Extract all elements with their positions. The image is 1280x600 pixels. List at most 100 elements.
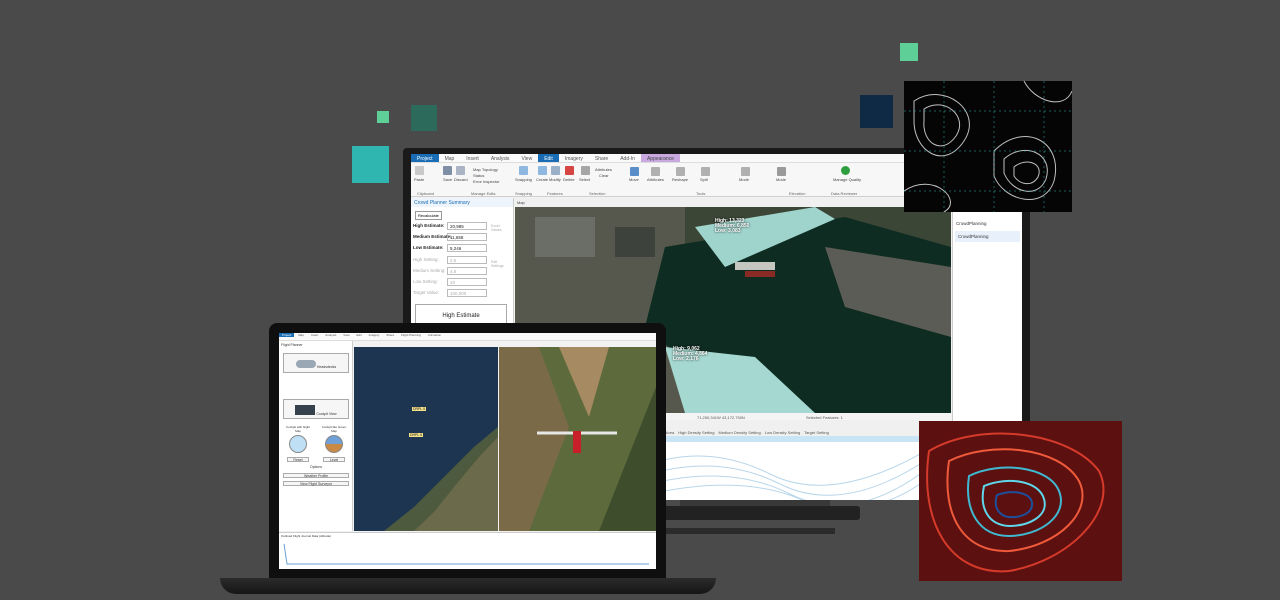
col-high-density[interactable]: High Density Setting (678, 430, 714, 435)
group-clipboard: Clipboard (417, 191, 435, 196)
delete-label: Delete (563, 177, 575, 182)
decor-square-dark-teal (411, 105, 437, 131)
map-tab-bar[interactable]: Map (515, 198, 951, 207)
attributes-tool-label: Attributes (647, 177, 664, 182)
group-elevation: Elevation (789, 191, 806, 196)
terrain-3d-view[interactable] (499, 347, 656, 531)
weather-profile-button[interactable]: Weather Profile (283, 473, 349, 478)
cockpit-view-label: Cockpit View (316, 412, 337, 416)
tab-share[interactable]: Share (589, 154, 614, 162)
create-icon[interactable] (538, 166, 547, 175)
table-header-row: Outline (650, 420, 920, 428)
error-inspector-label[interactable]: Error Inspector (473, 179, 499, 184)
drpl5-tag[interactable]: DRPL 5 (412, 407, 427, 411)
paste-icon[interactable] (415, 166, 424, 175)
ltab-share[interactable]: Share (383, 333, 397, 337)
select-icon[interactable] (581, 166, 590, 175)
medium-estimate-label: Medium Estimate: (413, 234, 452, 239)
vertices-label: Mode (739, 177, 750, 182)
ltab-analysis[interactable]: Analysis (322, 333, 339, 337)
ltab-map[interactable]: Map (295, 333, 307, 337)
move-icon[interactable] (630, 167, 639, 176)
discard-label: Discard (454, 177, 468, 182)
map-topology-label[interactable]: Map Topology (473, 167, 498, 172)
catalog-item[interactable]: CrowdPlanning (955, 231, 1020, 242)
tab-edit[interactable]: Edit (538, 154, 559, 162)
cockpit-icon (295, 405, 316, 415)
table-row[interactable] (650, 436, 920, 442)
group-data-reviewer: Data Reviewer (831, 191, 858, 196)
tab-analysis[interactable]: Analysis (485, 154, 516, 162)
catalog-title: CrowdPlanning (956, 221, 987, 226)
discard-icon[interactable] (456, 166, 465, 175)
group-manage-edits: Manage Edits (471, 191, 496, 196)
decor-square-teal (352, 146, 389, 183)
tab-insert[interactable]: Insert (460, 154, 485, 162)
drpl6-tag[interactable]: DRPL 6 (409, 433, 424, 437)
ocean-terrain (354, 347, 498, 531)
tab-map[interactable]: Map (439, 154, 461, 162)
vertices-icon[interactable] (741, 167, 750, 176)
delete-icon[interactable] (565, 166, 574, 175)
col-medium-density[interactable]: Medium Density Setting (719, 430, 761, 435)
map-label-north: High: 13,323 Medium: 6,850 Low: 3,083 (715, 218, 750, 234)
recalculate-button[interactable]: Recalculate (415, 211, 442, 220)
flight-surveyor-button[interactable]: View Flight Surveyor (283, 481, 349, 486)
col-target[interactable]: Target Setting (804, 430, 829, 435)
level-button[interactable]: Level (323, 457, 345, 462)
excel-values-label[interactable]: Excel Values (491, 224, 509, 232)
manage-quality-icon[interactable] (841, 166, 850, 175)
cockpit-night-label: Cockpit with Night Map (285, 425, 310, 433)
save-icon[interactable] (443, 166, 452, 175)
tab-view[interactable]: View (515, 154, 538, 162)
ltab-edit[interactable]: Edit (354, 333, 365, 337)
snapping-icon[interactable] (519, 166, 528, 175)
reset-button[interactable]: Reset (287, 457, 309, 462)
tab-imagery[interactable]: Imagery (559, 154, 589, 162)
decor-square-small-green (900, 43, 918, 61)
high-setting-value[interactable]: 2.5 (447, 256, 487, 264)
right-catalog-panel: CrowdPlanning CrowdPlanning (952, 198, 1022, 426)
mountain-terrain (499, 347, 656, 531)
tab-add-in[interactable]: Add-In (614, 154, 641, 162)
night-gauge-icon[interactable] (289, 435, 307, 453)
target-value-value[interactable]: 100,000 (447, 289, 487, 297)
reshape-icon[interactable] (676, 167, 685, 176)
ltab-insert[interactable]: Insert (308, 333, 322, 337)
options-label: Options (309, 465, 323, 469)
panel-title: Crowd Planner Summary (411, 198, 513, 207)
col-low-density[interactable]: Low Density Setting (765, 430, 800, 435)
contour-lines (904, 81, 1072, 212)
headsdecks-button[interactable]: Headsdecks (283, 353, 349, 373)
target-value-label: Target Value: (413, 290, 440, 295)
medium-setting-value[interactable]: 4.5 (447, 267, 487, 275)
clear-label[interactable]: Clear (599, 173, 609, 178)
tab-appearance[interactable]: Appearance (640, 154, 680, 162)
tab-project[interactable]: Project (411, 154, 439, 162)
low-setting-value[interactable]: 10 (447, 278, 487, 286)
green-gauge-icon[interactable] (325, 435, 343, 453)
mode-icon[interactable] (777, 167, 786, 176)
modify-icon[interactable] (551, 166, 560, 175)
ltab-imagery[interactable]: Imagery (366, 333, 383, 337)
cockpit-view-button[interactable]: Cockpit View (283, 399, 349, 419)
ltab-animation[interactable]: Animation (425, 333, 444, 337)
ltab-project[interactable]: Project (279, 333, 295, 337)
ltab-view[interactable]: View (340, 333, 352, 337)
high-setting-label: High Setting: (413, 257, 439, 262)
edit-settings-label[interactable]: Edit Settings (491, 260, 509, 268)
low-estimate-value: 5,246 (447, 244, 487, 252)
medium-setting-label: Medium Setting: (413, 268, 446, 273)
split-icon[interactable] (701, 167, 710, 176)
move-label: Move (629, 177, 639, 182)
attributes-label[interactable]: Attributes (595, 167, 612, 172)
reshape-label: Reshape (672, 177, 689, 182)
split-label: Split (700, 177, 708, 182)
status-label[interactable]: Status (473, 173, 484, 178)
attributes-tool-icon[interactable] (651, 167, 660, 176)
monitor-stand-foot (665, 528, 835, 534)
altitude-profile-line (283, 543, 649, 565)
ltab-flight-planning[interactable]: Flight Planning (398, 333, 424, 337)
ocean-map-view[interactable]: DRPL 5 DRPL 6 (354, 347, 498, 531)
group-snapping: Snapping (515, 191, 532, 196)
